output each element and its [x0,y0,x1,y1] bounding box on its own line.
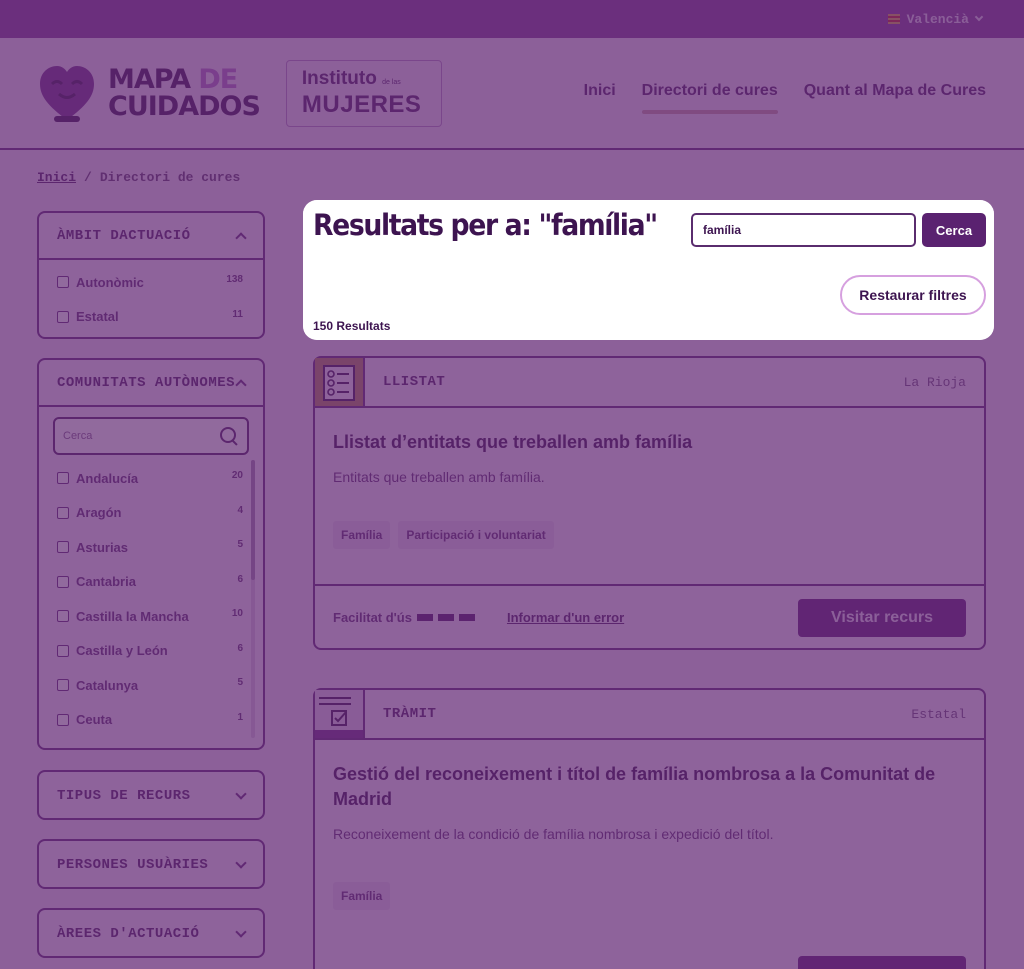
filter-ambit: ÀMBIT DACTUACIÓ Autonòmic 138 Estatal 11 [37,211,265,339]
tag[interactable]: Família [333,521,391,549]
checkbox[interactable] [57,472,69,485]
card-description: Entitats que treballen amb família. [333,469,545,485]
card-region: Estatal [911,707,966,722]
filter-option-catalunya[interactable]: Catalunya 5 [39,668,263,703]
resource-card: TRÀMIT Estatal Gestió del reconeixement … [313,688,986,969]
heart-logo-icon [40,66,94,122]
filter-option-estatal[interactable]: Estatal 11 [39,300,263,335]
card-title[interactable]: Llistat d’entitats que treballen amb fam… [333,430,966,455]
chevron-down-icon [974,12,984,22]
tag[interactable]: Família [333,882,391,910]
checkbox[interactable] [57,310,69,323]
instituto-logo[interactable]: Instituto de las MUJERES [285,59,442,127]
visit-resource-button[interactable]: Visitar recurs [798,599,966,637]
checkbox[interactable] [57,276,69,289]
tag[interactable]: Participació i voluntariat [398,521,554,549]
filter-tipus[interactable]: TIPUS DE RECURS [37,770,265,820]
comunitats-search-input[interactable]: Cerca [53,417,249,455]
chevron-up-icon [235,231,247,244]
filter-option-castilla-la-mancha[interactable]: Castilla la Mancha 10 [39,599,263,634]
main-nav: Inici Directori de cures Quant al Mapa d… [584,82,986,114]
reset-filters-button[interactable]: Restaurar filtres [840,275,986,315]
card-region: La Rioja [903,375,966,390]
results-count: 150 Resultats [313,319,391,333]
checkbox[interactable] [57,713,69,726]
checkbox[interactable] [57,679,69,692]
filter-arees[interactable]: ÀREES D'ACTUACIÓ [37,908,265,958]
search-button[interactable]: Cerca [922,213,986,247]
filter-option-asturias[interactable]: Asturias 5 [39,530,263,565]
mapa-logo[interactable]: MAPA DE CUIDADOS [38,62,261,124]
list-icon [315,358,365,406]
breadcrumb-current: Directori de cures [99,170,241,185]
checkbox[interactable] [57,575,69,588]
card-tags: Família [333,882,984,910]
ease-bar [458,613,475,621]
filter-comunitats: COMUNITATS AUTÒNOMES Cerca Andalucía 20 A… [37,358,265,750]
language-label: Valencià [906,11,969,27]
filter-comunitats-header[interactable]: COMUNITATS AUTÒNOMES [39,360,263,407]
filter-ambit-header[interactable]: ÀMBIT DACTUACIÓ [39,213,263,260]
nav-item-directori[interactable]: Directori de cures [641,82,778,114]
checkbox[interactable] [57,506,69,519]
filter-option-aragon[interactable]: Aragón 4 [39,496,263,531]
chevron-down-icon [235,787,247,800]
filter-option-andalucia[interactable]: Andalucía 20 [39,461,263,496]
card-tags: Família Participació i voluntariat [333,521,984,549]
card-description: Reconeixement de la condició de família … [333,826,774,842]
chevron-down-icon [235,925,247,938]
checklist-icon [315,690,365,738]
search-icon[interactable] [219,426,239,446]
filter-option-castilla-y-leon[interactable]: Castilla y León 6 [39,634,263,669]
breadcrumb-home[interactable]: Inici [37,170,76,185]
results-title: Resultats per a: "família" [313,208,658,242]
chevron-down-icon [235,856,247,869]
breadcrumb-separator: / [84,170,92,185]
ease-of-use: Facilitat d'ús [333,610,475,625]
checkbox[interactable] [57,541,69,554]
flag-icon [887,14,900,24]
filter-option-autonomic[interactable]: Autonòmic 138 [39,265,263,300]
nav-item-quant[interactable]: Quant al Mapa de Cures [804,82,986,114]
filter-option-ceuta[interactable]: Ceuta 1 [39,703,263,738]
card-title[interactable]: Gestió del reconeixement i títol de famí… [333,762,966,812]
ease-bar [437,613,454,621]
search-input[interactable]: família [691,213,916,247]
filter-persones[interactable]: PERSONES USUÀRIES [37,839,265,889]
nav-item-inici[interactable]: Inici [584,82,616,114]
site-header: MAPA DE CUIDADOS Instituto de las MUJERE… [0,38,1024,150]
ease-bar [416,613,433,621]
checkbox[interactable] [57,610,69,623]
visit-resource-button[interactable] [798,956,966,969]
language-selector[interactable]: Valencià [887,11,984,27]
resource-card: LLISTAT La Rioja Llistat d’entitats que … [313,356,986,650]
filter-option-cantabria[interactable]: Cantabria 6 [39,565,263,600]
top-bar: Valencià [0,0,1024,38]
card-type: TRÀMIT [383,706,437,722]
chevron-up-icon [235,378,247,391]
mapa-logo-text: MAPA DE CUIDADOS [108,64,261,122]
card-type: LLISTAT [383,374,446,390]
results-panel: Resultats per a: "família" família Cerca… [303,200,994,340]
report-error-link[interactable]: Informar d'un error [507,610,624,625]
breadcrumb: Inici / Directori de cures [37,170,240,185]
card-footer: Facilitat d'ús Informar d'un error Visit… [315,584,984,648]
checkbox[interactable] [57,644,69,657]
